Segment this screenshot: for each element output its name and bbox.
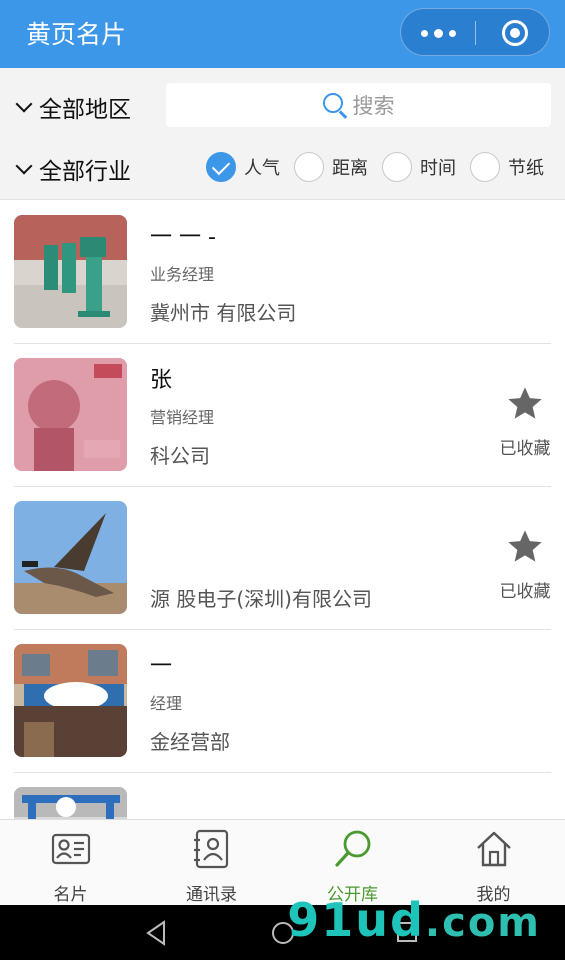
chevron-down-icon	[15, 95, 33, 112]
region-dropdown[interactable]: 全部地区	[15, 90, 131, 124]
card-thumbnail	[14, 501, 127, 614]
contact-company: 冀州市 有限公司	[150, 301, 297, 325]
radio-icon	[470, 152, 500, 182]
card-thumbnail	[14, 787, 127, 819]
tab-label: 名片	[53, 885, 88, 905]
radio-checked-icon	[206, 152, 236, 182]
filter-bar: 全部地区 搜索 全部行业 人气 距离 时间 节纸	[0, 68, 565, 200]
favorite-toggle[interactable]: 已收藏	[496, 384, 554, 459]
system-nav-bar: 91ud.com	[0, 893, 565, 960]
list-item[interactable]: 张 营销经理 科公司 已收藏	[0, 344, 565, 487]
sort-paper-saving[interactable]: 节纸	[470, 152, 544, 182]
list-item[interactable]	[0, 773, 565, 819]
search-icon	[334, 830, 370, 867]
favorite-label: 已收藏	[499, 582, 551, 602]
favorite-label: 已收藏	[499, 439, 551, 459]
more-icon[interactable]	[401, 9, 475, 57]
star-icon	[508, 530, 542, 562]
contact-company: 源 股电子(深圳)有限公司	[150, 587, 372, 611]
radio-icon	[294, 152, 324, 182]
contact-role: 业务经理	[150, 265, 215, 284]
page-title: 黄页名片	[26, 20, 127, 49]
region-label: 全部地区	[39, 97, 131, 123]
contact-company: 金经营部	[150, 730, 230, 754]
business-card-list: 一 一 - 业务经理 冀州市 有限公司 张 营销经理 科公司 已收藏 源 股电子…	[0, 201, 565, 819]
search-input[interactable]: 搜索	[166, 83, 551, 127]
contact-role: 经理	[150, 694, 183, 713]
sort-time[interactable]: 时间	[382, 152, 456, 182]
card-thumbnail	[14, 644, 127, 757]
home-icon	[476, 831, 511, 867]
sort-popularity[interactable]: 人气	[206, 152, 280, 182]
search-placeholder: 搜索	[352, 94, 395, 118]
sort-distance[interactable]: 距离	[294, 152, 368, 182]
sort-label: 距离	[332, 158, 368, 179]
search-icon	[322, 93, 343, 113]
title-bar: 黄页名片	[0, 0, 565, 68]
industry-label: 全部行业	[39, 159, 131, 185]
card-thumbnail	[14, 358, 127, 471]
sort-label: 节纸	[508, 158, 544, 179]
industry-dropdown[interactable]: 全部行业	[15, 152, 131, 186]
tab-contacts[interactable]: 通讯录	[141, 828, 282, 905]
watermark-logo: 91ud.com	[287, 893, 541, 947]
capsule-divider	[475, 21, 476, 45]
sort-label: 时间	[420, 158, 456, 179]
mini-program-capsule	[400, 8, 550, 56]
favorite-toggle[interactable]: 已收藏	[496, 527, 554, 602]
list-item[interactable]: 一 一 - 业务经理 冀州市 有限公司	[0, 201, 565, 344]
close-target-icon[interactable]	[502, 20, 528, 46]
radio-icon	[382, 152, 412, 182]
back-icon[interactable]	[144, 920, 168, 946]
star-icon	[508, 387, 542, 419]
contact-name: 一 一 -	[150, 225, 216, 250]
tab-label: 通讯录	[186, 885, 237, 905]
business-card-icon	[51, 833, 90, 865]
card-thumbnail	[14, 215, 127, 328]
contact-name: 一	[150, 654, 173, 679]
tab-business-card[interactable]: 名片	[0, 828, 141, 905]
contacts-icon	[193, 829, 228, 869]
sort-options: 人气 距离 时间 节纸	[206, 152, 544, 182]
contact-name: 张	[150, 368, 173, 393]
list-item[interactable]: 源 股电子(深圳)有限公司 已收藏	[0, 487, 565, 630]
contact-company: 科公司	[150, 444, 210, 468]
chevron-down-icon	[15, 157, 33, 174]
contact-role: 营销经理	[150, 408, 215, 427]
list-item[interactable]: 一 经理 金经营部	[0, 630, 565, 773]
sort-label: 人气	[244, 158, 280, 179]
